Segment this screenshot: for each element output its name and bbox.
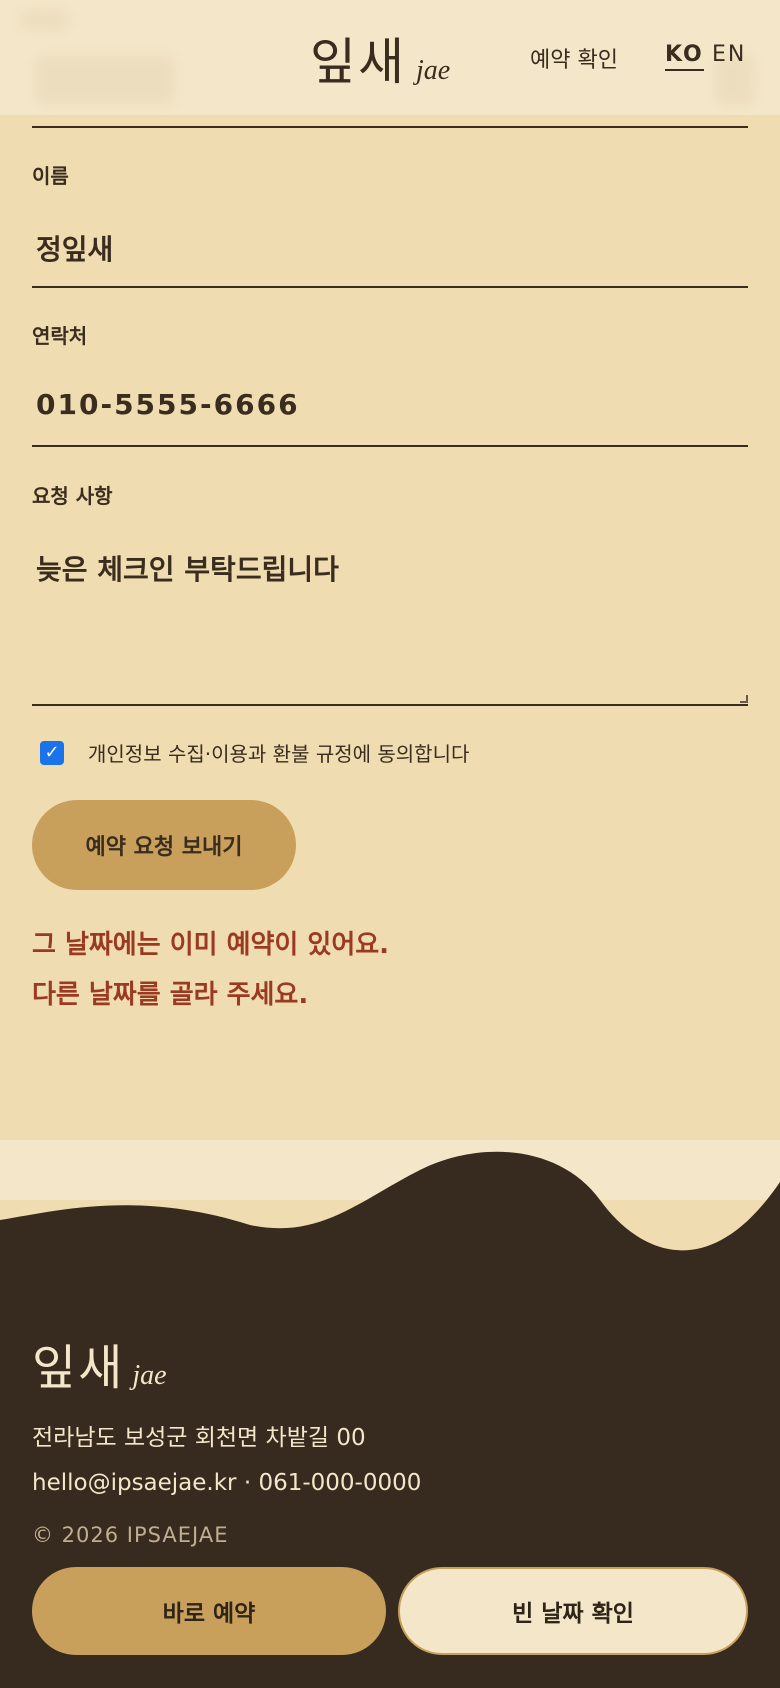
logo-text-jae: jae <box>416 55 451 86</box>
check-icon: ✓ <box>44 742 60 763</box>
request-label: 요청 사항 <box>32 484 113 508</box>
error-line-2: 다른 날짜를 골라 주세요. <box>32 980 309 1010</box>
error-line-1: 그 날짜에는 이미 예약이 있어요. <box>32 930 390 960</box>
footer-contact[interactable]: hello@ipsaejae.kr · 061-000-0000 <box>32 1470 421 1496</box>
site-header: 잎새 jae 예약 확인 KO EN <box>0 0 780 115</box>
error-message: 그 날짜에는 이미 예약이 있어요. 다른 날짜를 골라 주세요. <box>32 920 389 1020</box>
book-now-button[interactable]: 바로 예약 <box>32 1567 386 1655</box>
name-label: 이름 <box>32 164 69 188</box>
lang-switch-en[interactable]: EN <box>712 42 746 67</box>
site-logo[interactable]: 잎새 jae <box>310 22 450 94</box>
divider <box>32 126 748 128</box>
lang-switch-ko[interactable]: KO <box>665 42 704 71</box>
check-available-dates-button[interactable]: 빈 날짜 확인 <box>398 1567 748 1655</box>
footer-logo-text-korean: 잎새 <box>32 1340 125 1396</box>
nav-reservation-check[interactable]: 예약 확인 <box>530 42 618 74</box>
footer-address: 전라남도 보성군 회천면 차밭길 00 <box>32 1425 366 1451</box>
phone-input-underline <box>32 445 748 447</box>
phone-input[interactable]: 010-5555-6666 <box>36 388 736 421</box>
consent-row: ✓ 개인정보 수집·이용과 환불 규정에 동의합니다 <box>40 738 469 767</box>
blurred-background <box>20 10 70 30</box>
name-input-underline <box>32 286 748 288</box>
footer-logo[interactable]: 잎새 jae <box>32 1328 167 1398</box>
logo-text-korean: 잎새 <box>310 33 406 91</box>
request-textarea-underline <box>32 704 748 706</box>
consent-checkbox[interactable]: ✓ <box>40 740 64 765</box>
footer-logo-text-jae: jae <box>132 1360 167 1391</box>
blurred-background <box>35 55 175 105</box>
submit-reservation-button[interactable]: 예약 요청 보내기 <box>32 800 296 890</box>
phone-label: 연락처 <box>32 324 88 348</box>
request-textarea[interactable]: 늦은 체크인 부탁드립니다 <box>36 548 736 688</box>
textarea-resize-handle[interactable] <box>740 695 748 703</box>
consent-text: 개인정보 수집·이용과 환불 규정에 동의합니다 <box>88 742 470 766</box>
name-input[interactable]: 정잎새 <box>36 228 736 268</box>
footer-copyright: © 2026 IPSAEJAE <box>32 1523 229 1547</box>
